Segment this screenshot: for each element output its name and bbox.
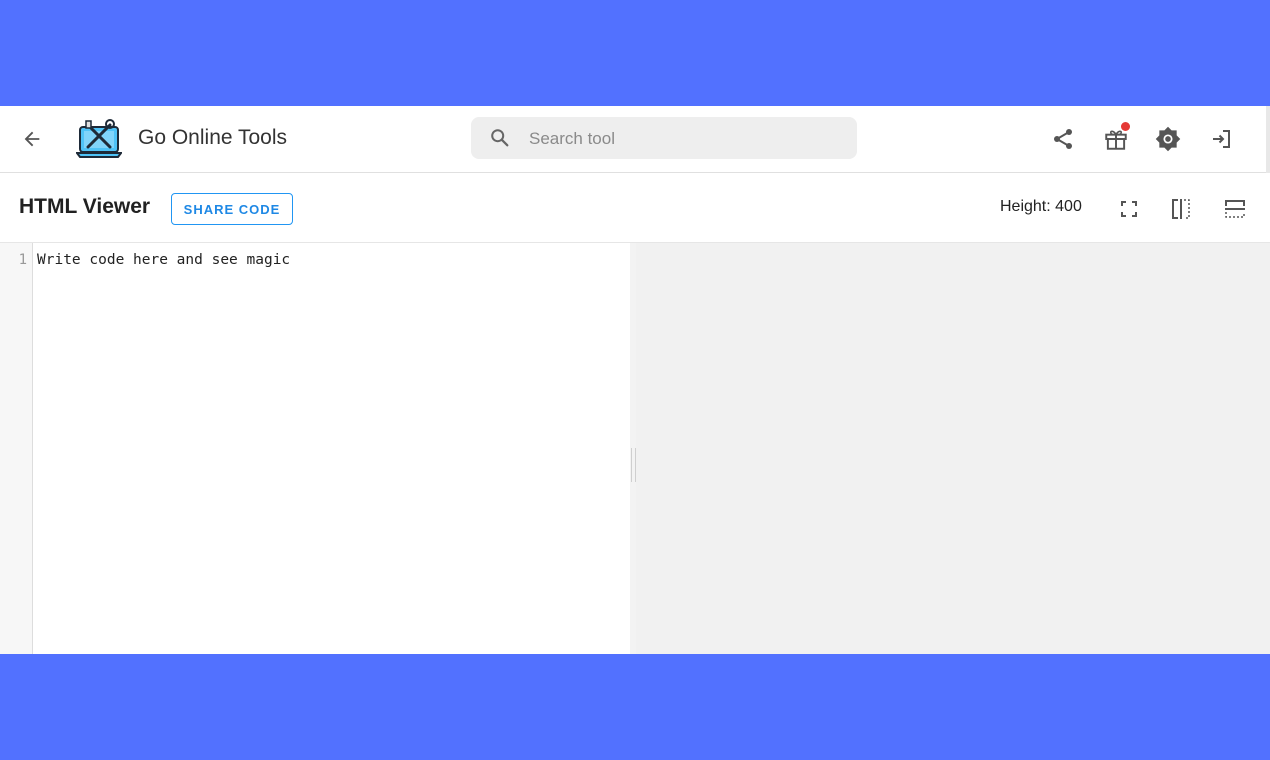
line-gutter: 1 [0, 243, 33, 654]
page-title: HTML Viewer [19, 195, 151, 218]
share-icon [1054, 129, 1072, 149]
height-value: 400 [1055, 198, 1082, 215]
share-code-button[interactable]: SHARE CODE [171, 193, 293, 225]
tool-toolbar: HTML Viewer SHARE CODE Height: 400 [0, 173, 1270, 243]
split-vertical-button[interactable] [1168, 197, 1194, 221]
app-window: Go Online Tools Search tool HTML Viewer … [0, 106, 1270, 654]
notification-badge [1121, 122, 1130, 131]
split-horizontal-button[interactable] [1222, 197, 1248, 221]
code-editor[interactable]: 1 Write code here and see magic [0, 243, 630, 654]
height-setting[interactable]: Height: 400 [1000, 198, 1082, 216]
code-text[interactable]: Write code here and see magic [37, 252, 290, 268]
app-title[interactable]: Go Online Tools [138, 126, 287, 150]
login-button[interactable] [1207, 124, 1237, 154]
search-icon [489, 127, 511, 154]
line-number: 1 [18, 252, 27, 268]
search-input[interactable] [527, 117, 851, 161]
split-horizontal-icon [1225, 200, 1245, 218]
gift-button[interactable] [1101, 122, 1131, 154]
preview-pane [636, 243, 1270, 654]
height-label: Height: [1000, 198, 1051, 215]
fullscreen-button[interactable] [1116, 197, 1142, 221]
split-vertical-icon [1172, 199, 1190, 219]
back-arrow-icon [24, 131, 40, 147]
theme-icon [1155, 126, 1181, 152]
fullscreen-icon [1121, 201, 1137, 217]
share-button[interactable] [1048, 124, 1078, 154]
top-header: Go Online Tools [0, 106, 1270, 242]
search-box[interactable] [471, 117, 857, 161]
app-logo[interactable] [76, 117, 122, 161]
login-icon [1213, 130, 1230, 148]
theme-toggle-button[interactable] [1153, 124, 1183, 154]
back-button[interactable] [16, 123, 48, 155]
